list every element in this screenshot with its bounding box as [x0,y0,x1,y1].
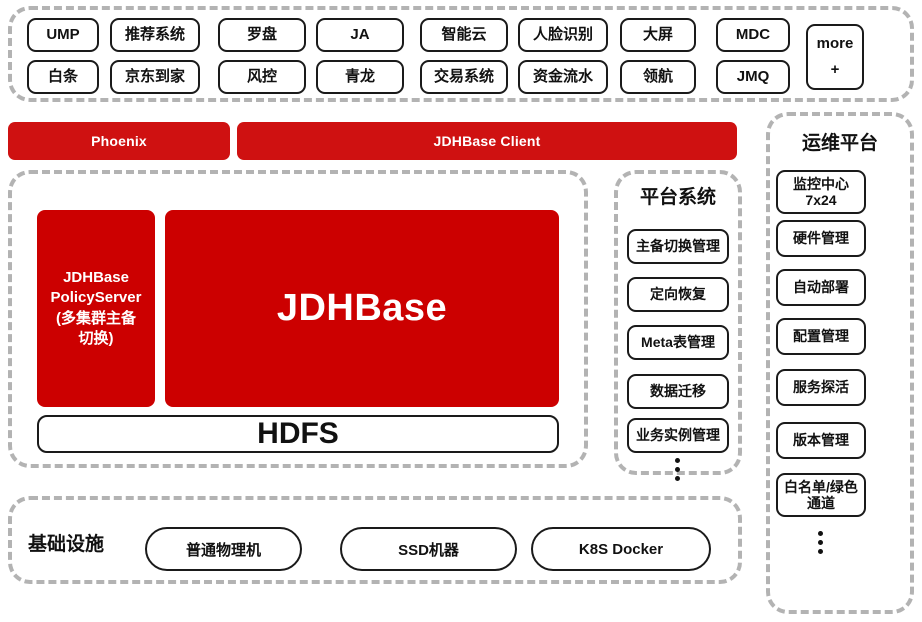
ops-item-zidongbushu[interactable]: 自动部署 [776,269,866,306]
phoenix-bar[interactable]: Phoenix [8,122,230,160]
app-chip-qinglong[interactable]: 青龙 [316,60,404,94]
policyserver-line-3: (多集群主备 [56,309,136,327]
jdhbase-policyserver-block[interactable]: JDHBase PolicyServer (多集群主备 切换) [37,210,155,407]
ops-item-banbenguanli[interactable]: 版本管理 [776,422,866,459]
architecture-diagram: UMP 推荐系统 罗盘 JA 智能云 人脸识别 大屏 MDC 白条 京东到家 风… [0,0,922,622]
app-chip-jiaoyixitong[interactable]: 交易系统 [420,60,508,94]
policyserver-line-2: PolicyServer [50,289,142,307]
ops-platform-more-indicator [818,531,823,554]
app-chip-jingdongdaojia[interactable]: 京东到家 [110,60,200,94]
platform-system-title: 平台系统 [639,187,716,208]
platform-item-metabiaoguanli[interactable]: Meta表管理 [627,325,729,360]
jdhbase-engine-block[interactable]: JDHBase [165,210,559,407]
infra-item-ssdjiqi[interactable]: SSD机器 [340,527,517,571]
ops-item-baimingdan-lvsetongdao[interactable]: 白名单/绿色 通道 [776,473,866,517]
ops-item-fuwutanhuo[interactable]: 服务探活 [776,369,866,406]
hdfs-block[interactable]: HDFS [37,415,559,453]
infrastructure-title: 基础设施 [28,534,105,555]
infra-item-k8s-docker[interactable]: K8S Docker [531,527,711,571]
ops-item-jiankongzhongxin[interactable]: 监控中心 7x24 [776,170,866,214]
platform-item-yewushiliguanli[interactable]: 业务实例管理 [627,418,729,453]
platform-item-shujuqianyi[interactable]: 数据迁移 [627,374,729,409]
app-chip-ump[interactable]: UMP [27,18,99,52]
app-chip-zhinengyun[interactable]: 智能云 [420,18,508,52]
app-chip-mdc[interactable]: MDC [716,18,790,52]
app-chip-linghang[interactable]: 领航 [620,60,696,94]
app-chip-zijinliushui[interactable]: 资金流水 [518,60,608,94]
app-chip-luopan[interactable]: 罗盘 [218,18,306,52]
app-chip-more[interactable]: more + [806,24,864,90]
platform-item-zhubeiqiehuanguanli[interactable]: 主备切换管理 [627,229,729,264]
ops-item-baimingdan-line-2: 通道 [806,495,835,511]
ops-item-peizhiguanli[interactable]: 配置管理 [776,318,866,355]
app-chip-daping[interactable]: 大屏 [620,18,696,52]
ops-item-yingjianguanli[interactable]: 硬件管理 [776,220,866,257]
app-chip-tuijianxitong[interactable]: 推荐系统 [110,18,200,52]
policyserver-line-1: JDHBase [63,269,129,286]
app-chip-fengkong[interactable]: 风控 [218,60,306,94]
app-chip-ja[interactable]: JA [316,18,404,52]
more-label: more [816,35,854,52]
ops-platform-title: 运维平台 [801,133,878,154]
app-chip-jmq[interactable]: JMQ [716,60,790,94]
app-chip-baitiao[interactable]: 白条 [27,60,99,94]
infra-item-putongwuliji[interactable]: 普通物理机 [145,527,302,571]
ops-item-jiankongzhongxin-line-2: 7x24 [805,192,837,208]
policyserver-line-4: 切换) [78,329,114,347]
plus-icon: + [830,60,840,78]
platform-system-more-indicator [675,458,680,481]
app-chip-renlianshibie[interactable]: 人脸识别 [518,18,608,52]
ops-item-baimingdan-line-1: 白名单/绿色 [784,478,858,495]
jdhbase-client-bar[interactable]: JDHBase Client [237,122,737,160]
ops-item-jiankongzhongxin-line-1: 监控中心 [793,175,849,192]
platform-item-dingxianghuifu[interactable]: 定向恢复 [627,277,729,312]
